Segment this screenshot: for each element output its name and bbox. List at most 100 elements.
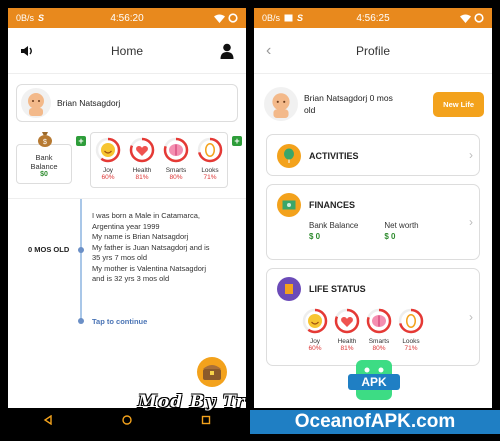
heart-icon xyxy=(333,307,361,338)
event-line: My father is Juan Natsagdorj and is xyxy=(92,242,210,252)
timeline-line xyxy=(80,199,82,323)
life-timeline: 0 MOS OLD I was born a Male in Catamarca… xyxy=(8,198,246,387)
timeline-dot xyxy=(78,318,84,324)
finances-card[interactable]: FINANCES Bank Balance $ 0 Net worth $ 0 … xyxy=(266,184,480,260)
timeline-dot xyxy=(78,247,84,253)
android-apk-logo: APK xyxy=(348,360,400,400)
money-bag-icon: $ xyxy=(38,132,52,147)
back-nav-icon[interactable] xyxy=(43,415,53,425)
stat-health[interactable]: Health 81% xyxy=(128,136,156,181)
stat-looks[interactable]: Looks 71% xyxy=(196,136,224,181)
home-screen: 0B/s S 4:56:20 Home Brian Natsagdorj $ B… xyxy=(8,8,246,432)
profile-card[interactable]: Brian Natsagdorj xyxy=(16,84,238,122)
profile-header: Brian Natsagdorj 0 mos old New Life xyxy=(254,74,492,126)
page-title: Home xyxy=(110,43,143,58)
apk-text: APK xyxy=(361,375,387,389)
status-bar: 0B/s S 4:56:20 xyxy=(8,8,246,28)
person-icon[interactable] xyxy=(220,43,234,59)
clock: 4:56:25 xyxy=(356,12,390,24)
clock: 4:56:20 xyxy=(110,12,144,24)
heart-icon xyxy=(128,136,156,167)
finances-title: FINANCES xyxy=(309,200,356,210)
stat-label: Looks xyxy=(201,167,219,174)
app-bar: Home xyxy=(8,28,246,74)
stat-joy[interactable]: Joy 60% xyxy=(94,136,122,181)
brain-icon xyxy=(162,136,190,167)
chevron-right-icon: › xyxy=(469,215,473,229)
mod-watermark: Mod By Tr xyxy=(138,392,246,412)
oceanofapk-watermark: OceanofAPK.com xyxy=(250,410,500,434)
stat-percent: 81% xyxy=(340,345,354,352)
stats-box[interactable]: Joy 60% Health 81% Smarts 80% Looks 71% xyxy=(90,132,228,188)
net-worth-value: $ 0 xyxy=(384,232,396,241)
stat-percent: 60% xyxy=(308,345,322,352)
new-life-button[interactable]: New Life xyxy=(433,91,484,117)
stat-percent: 80% xyxy=(372,345,386,352)
brain-icon xyxy=(365,307,393,338)
event-text: I was born a Male in Catamarca, Argentina… xyxy=(92,211,242,285)
stat-smarts[interactable]: Smarts 80% xyxy=(365,307,393,352)
chevron-right-icon: › xyxy=(469,310,473,324)
stat-label: Looks xyxy=(402,338,420,345)
avatar xyxy=(264,87,298,121)
chevron-right-icon: › xyxy=(469,148,473,162)
balloon-icon xyxy=(277,144,301,168)
treasure-chest-icon[interactable] xyxy=(194,357,230,387)
back-icon[interactable]: ‹ xyxy=(266,42,271,60)
event-line: and is 32 yrs 3 mos old xyxy=(92,274,170,283)
player-name-line2: old xyxy=(304,105,316,115)
stat-label: Joy xyxy=(309,338,321,345)
event-line: I was born a Male in Catamarca, xyxy=(92,211,200,220)
event-line: My name is Brian Natsagdorj xyxy=(92,232,189,241)
add-stats-button[interactable]: + xyxy=(232,136,242,146)
activities-card[interactable]: ACTIVITIES › xyxy=(266,134,480,176)
baby-icon xyxy=(272,93,290,118)
stats-row: $ Bank Balance $0 + Joy 60% Health 81% Smart… xyxy=(8,132,246,188)
life-status-title: LIFE STATUS xyxy=(309,284,366,294)
player-name: Brian Natsagdorj xyxy=(57,98,121,108)
home-nav-icon[interactable] xyxy=(122,415,132,425)
stat-joy[interactable]: Joy 60% xyxy=(301,307,329,352)
tap-to-continue[interactable]: Tap to continue xyxy=(92,317,147,326)
stat-label: Health xyxy=(337,338,357,345)
stat-percent: 71% xyxy=(404,345,418,352)
svg-text:$: $ xyxy=(43,139,47,146)
stat-label: Health xyxy=(132,167,152,174)
speaker-icon[interactable] xyxy=(20,45,34,57)
bank-label-line1: Bank xyxy=(35,153,53,162)
net-worth-label: Net worth xyxy=(384,221,419,230)
mirror-icon xyxy=(196,136,224,167)
event-line: Argentina year 1999 xyxy=(92,221,160,231)
stat-health[interactable]: Health 81% xyxy=(333,307,361,352)
status-icon xyxy=(277,277,301,301)
stat-percent: 81% xyxy=(135,174,149,181)
recents-nav-icon[interactable] xyxy=(201,415,211,425)
bank-label-line2: Balance xyxy=(30,162,58,171)
stat-smarts[interactable]: Smarts 80% xyxy=(162,136,190,181)
event-line: 35 yrs 7 mos old xyxy=(92,253,148,262)
stat-label: Smarts xyxy=(368,338,390,345)
mirror-icon xyxy=(397,307,425,338)
player-name-line1: Brian Natsagdorj 0 mos xyxy=(304,93,393,103)
money-icon xyxy=(277,193,301,217)
stat-percent: 60% xyxy=(101,174,115,181)
baby-icon xyxy=(28,93,44,116)
bank-balance-value: $ 0 xyxy=(309,232,321,241)
stat-label: Smarts xyxy=(165,167,187,174)
bank-value: $0 xyxy=(40,171,48,178)
activities-title: ACTIVITIES xyxy=(309,151,359,161)
event-line: My mother is Valentina Natsagdorj xyxy=(92,263,207,273)
bank-balance-label: Bank Balance xyxy=(309,221,359,230)
add-money-button[interactable]: + xyxy=(76,136,86,146)
smile-icon xyxy=(94,136,122,167)
stat-looks[interactable]: Looks 71% xyxy=(397,307,425,352)
finances-row: Bank Balance $ 0 Net worth $ 0 xyxy=(267,217,479,241)
smile-icon xyxy=(301,307,329,338)
status-bar: 0B/s S 4:56:25 xyxy=(254,8,492,28)
bank-balance-box[interactable]: $ Bank Balance $0 xyxy=(16,132,72,184)
app-bar: ‹ Profile xyxy=(254,28,492,74)
stat-percent: 71% xyxy=(203,174,217,181)
stat-percent: 80% xyxy=(169,174,183,181)
player-name: Brian Natsagdorj 0 mos old xyxy=(304,92,416,116)
age-label: 0 MOS OLD xyxy=(28,245,70,254)
